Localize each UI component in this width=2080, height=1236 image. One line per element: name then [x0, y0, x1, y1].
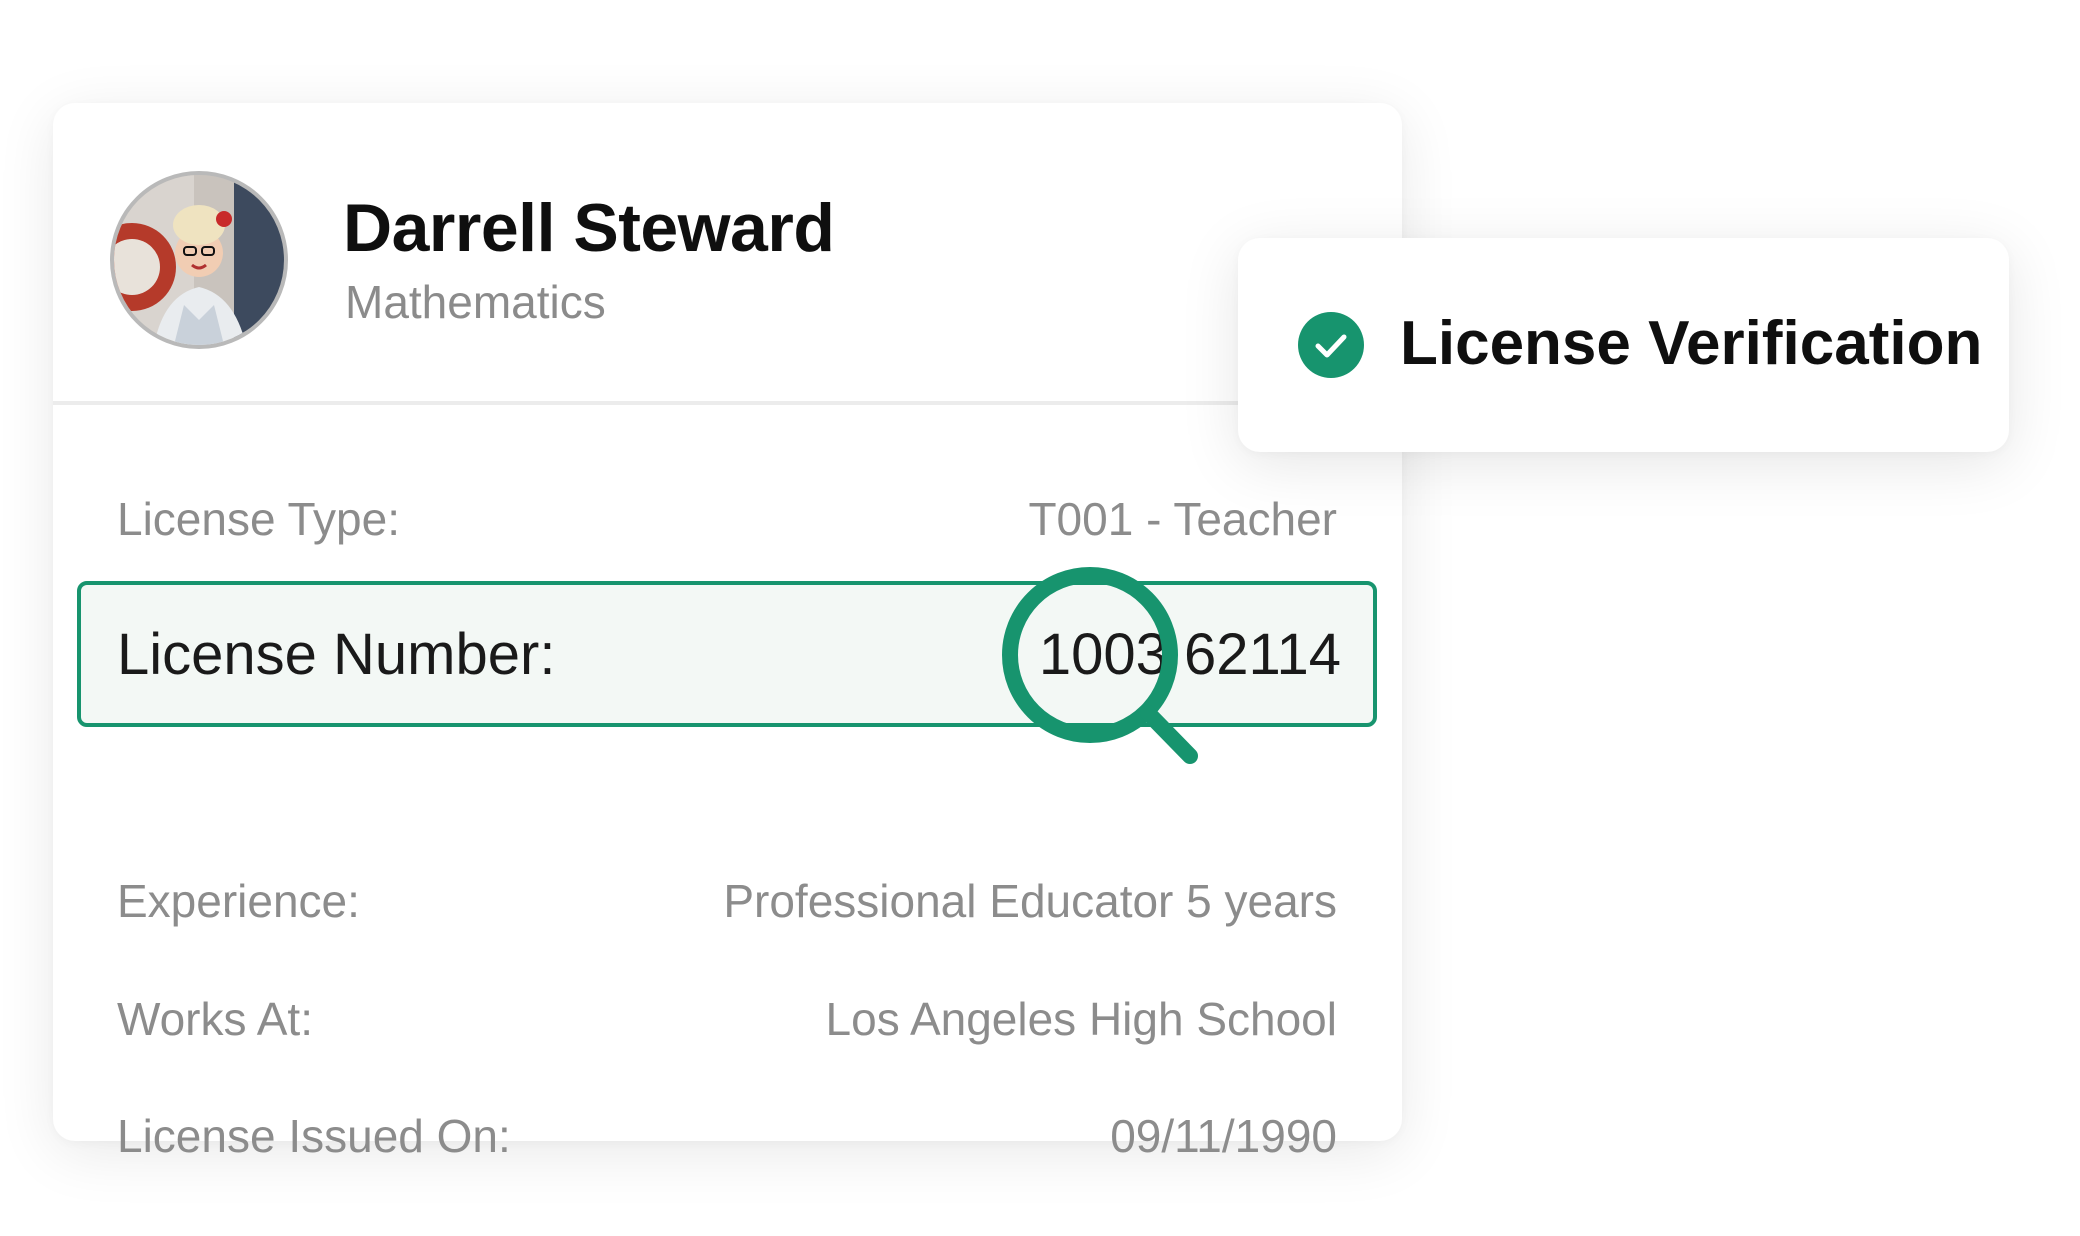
license-type-value: T001 - Teacher	[1028, 493, 1337, 545]
works-at-value: Los Angeles High School	[825, 993, 1337, 1045]
stage: Darrell Steward Mathematics License Type…	[0, 0, 2080, 1236]
detail-row-works-at: Works At: Los Angeles High School	[117, 979, 1337, 1059]
check-circle-icon	[1298, 312, 1364, 378]
profile-header: Darrell Steward Mathematics	[53, 103, 1402, 405]
detail-row-issued-on: License Issued On: 09/11/1990	[117, 1096, 1337, 1176]
avatar	[110, 171, 288, 349]
detail-row-license-type: License Type: T001 - Teacher	[117, 479, 1337, 559]
profile-name: Darrell Steward	[343, 190, 835, 266]
license-verification-title: License Verification	[1400, 309, 1983, 378]
profile-card: Darrell Steward Mathematics License Type…	[53, 103, 1402, 1162]
license-number-value: 1003 62114	[1038, 622, 1341, 687]
works-at-label: Works At:	[117, 993, 313, 1045]
experience-label: Experience:	[117, 875, 360, 927]
license-number-highlight-row: License Number: 1003 62114	[77, 581, 1377, 727]
license-number-label: License Number:	[117, 622, 556, 687]
license-type-label: License Type:	[117, 493, 401, 545]
profile-subject: Mathematics	[345, 276, 606, 328]
experience-value: Professional Educator 5 years	[723, 875, 1337, 927]
issued-on-label: License Issued On:	[117, 1110, 511, 1162]
detail-row-experience: Experience: Professional Educator 5 year…	[117, 861, 1337, 941]
license-verification-badge: License Verification	[1238, 238, 2009, 452]
issued-on-value: 09/11/1990	[1110, 1110, 1337, 1162]
avatar-photo	[114, 175, 284, 345]
